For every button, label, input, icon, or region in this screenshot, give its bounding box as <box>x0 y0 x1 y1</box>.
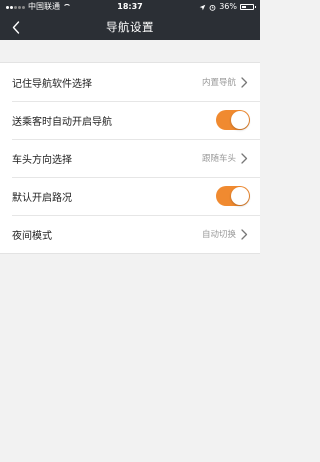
setting-night-mode[interactable]: 夜间模式 自动切换 <box>0 215 260 253</box>
settings-list: 记住导航软件选择 内置导航 送乘客时自动开启导航 车头方向选择 跟随车头 默认开… <box>0 62 260 254</box>
setting-label: 送乘客时自动开启导航 <box>12 116 112 128</box>
location-icon <box>199 4 206 10</box>
alarm-icon <box>209 4 216 11</box>
screen: 中国联通 18:37 36% 导航设置 记住导航软件选择 内置导航 送乘客时自动… <box>0 0 260 462</box>
chevron-left-icon <box>12 20 20 34</box>
nav-bar: 导航设置 <box>0 14 260 40</box>
setting-value: 自动切换 <box>201 230 236 240</box>
page-title: 导航设置 <box>106 20 154 34</box>
auto-start-nav-toggle[interactable] <box>216 110 250 130</box>
status-bar: 中国联通 18:37 36% <box>0 0 260 14</box>
toggle-knob <box>231 187 249 205</box>
setting-label: 默认开启路况 <box>12 192 72 204</box>
chevron-right-icon <box>241 152 248 164</box>
setting-label: 车头方向选择 <box>12 154 72 166</box>
battery-icon <box>240 4 256 10</box>
battery-fill <box>242 6 246 8</box>
setting-label: 夜间模式 <box>12 230 52 242</box>
setting-value: 内置导航 <box>201 78 236 88</box>
chevron-right-icon <box>241 76 248 88</box>
status-right: 36% <box>199 0 256 14</box>
setting-default-traffic: 默认开启路况 <box>0 177 260 215</box>
toggle-knob <box>231 111 249 129</box>
setting-auto-start-nav: 送乘客时自动开启导航 <box>0 101 260 139</box>
setting-label: 记住导航软件选择 <box>12 78 92 90</box>
battery-percent: 36% <box>219 2 237 11</box>
setting-value: 跟随车头 <box>201 154 236 164</box>
setting-remember-nav-app[interactable]: 记住导航软件选择 内置导航 <box>0 63 260 101</box>
chevron-right-icon <box>241 228 248 240</box>
setting-heading-direction[interactable]: 车头方向选择 跟随车头 <box>0 139 260 177</box>
back-button[interactable] <box>6 14 26 40</box>
default-traffic-toggle[interactable] <box>216 186 250 206</box>
